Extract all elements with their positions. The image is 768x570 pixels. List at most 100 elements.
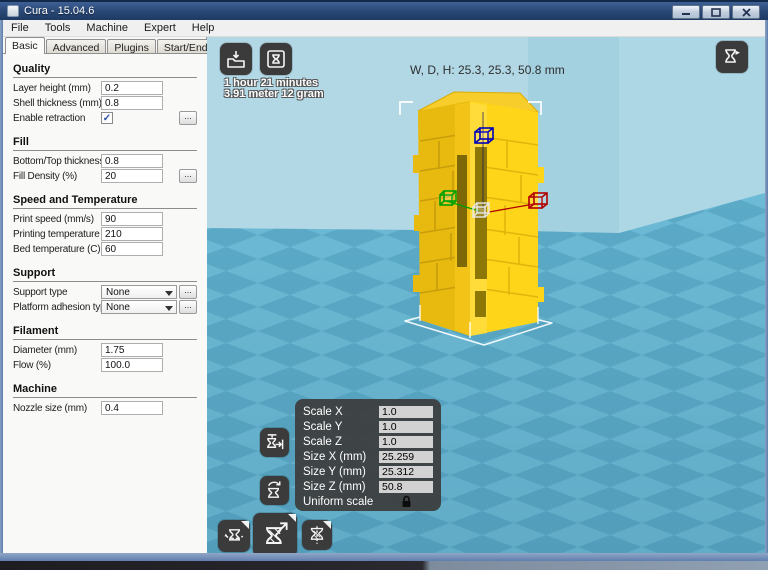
layer-height-input[interactable] xyxy=(101,81,163,95)
load-model-button[interactable] xyxy=(220,43,252,75)
support-settings-button[interactable]: ... xyxy=(179,285,197,299)
bottom-top-thickness-input[interactable] xyxy=(101,154,163,168)
window-border-bottom xyxy=(0,553,768,561)
bed-temperature-input[interactable] xyxy=(101,242,163,256)
scale-handle-y[interactable] xyxy=(439,190,457,206)
platform-adhesion-value: None xyxy=(106,302,130,313)
chevron-down-icon xyxy=(165,291,173,296)
load-model-icon xyxy=(227,51,245,68)
mirror-tool-button[interactable] xyxy=(302,520,332,550)
fill-density-label: Fill Density (%) xyxy=(13,171,78,182)
size-y-label: Size Y (mm) xyxy=(303,465,366,478)
scale-to-max-icon xyxy=(267,434,284,450)
size-z-label: Size Z (mm) xyxy=(303,480,366,493)
section-support: Support xyxy=(13,264,197,282)
section-fill: Fill xyxy=(13,133,197,151)
uniform-scale-lock-toggle[interactable] xyxy=(379,495,433,508)
platform-adhesion-label: Platform adhesion type xyxy=(13,302,111,313)
view-mode-icon xyxy=(725,49,740,63)
maximize-button[interactable] xyxy=(702,5,730,19)
adhesion-settings-button[interactable]: ... xyxy=(179,300,197,314)
model-dimensions-label: W, D, H: 25.3, 25.3, 50.8 mm xyxy=(410,63,565,77)
reset-scale-button[interactable] xyxy=(260,476,289,505)
support-type-select[interactable]: None xyxy=(101,285,177,299)
close-button[interactable] xyxy=(732,5,760,19)
save-toolpath-icon xyxy=(267,50,285,68)
enable-retraction-label: Enable retraction xyxy=(13,113,86,124)
filament-diameter-label: Diameter (mm) xyxy=(13,345,78,356)
menu-tools[interactable]: Tools xyxy=(37,21,79,35)
fill-settings-button[interactable]: ... xyxy=(179,169,197,183)
size-z-input[interactable] xyxy=(379,480,433,493)
cura-window: Cura - 15.04.6 File Tools Machine Expert… xyxy=(0,0,768,570)
lock-icon xyxy=(402,495,410,507)
close-icon xyxy=(741,7,751,17)
mirror-icon xyxy=(310,526,324,544)
fill-density-input[interactable] xyxy=(101,169,163,183)
tab-strip: Basic Advanced Plugins Start/End-GCode xyxy=(3,37,219,66)
filament-flow-label: Flow (%) xyxy=(13,360,51,371)
scene-3d xyxy=(207,37,765,553)
basic-tab-page: Quality Layer height (mm) Shell thicknes… xyxy=(3,53,207,553)
scale-x-input[interactable] xyxy=(379,405,433,418)
window-title: Cura - 15.04.6 xyxy=(24,5,95,17)
print-speed-label: Print speed (mm/s) xyxy=(13,214,94,225)
scale-handle-z[interactable] xyxy=(474,127,494,144)
section-quality: Quality xyxy=(13,60,197,78)
filament-diameter-input[interactable] xyxy=(101,343,163,357)
tab-basic[interactable]: Basic xyxy=(5,37,45,54)
scale-tool-panel: Scale X Scale Y Scale Z Size X (mm) Size… xyxy=(295,399,441,511)
reset-scale-icon xyxy=(268,481,281,498)
platform-adhesion-select[interactable]: None xyxy=(101,300,177,314)
shell-thickness-label: Shell thickness (mm) xyxy=(13,98,102,109)
print-material: 3.91 meter 12 gram xyxy=(224,88,324,100)
support-type-label: Support type xyxy=(13,287,68,298)
size-y-input[interactable] xyxy=(379,465,433,478)
nozzle-size-input[interactable] xyxy=(101,401,163,415)
desktop-background xyxy=(0,561,768,570)
filament-flow-input[interactable] xyxy=(101,358,163,372)
printing-temperature-input[interactable] xyxy=(101,227,163,241)
minimize-button[interactable] xyxy=(672,5,700,19)
scale-tool-button[interactable] xyxy=(253,513,297,553)
scale-y-label: Scale Y xyxy=(303,420,343,433)
scale-handle-center[interactable] xyxy=(472,202,490,218)
enable-retraction-checkbox[interactable]: ✓ xyxy=(101,112,113,124)
titlebar[interactable]: Cura - 15.04.6 xyxy=(0,0,768,20)
scale-x-label: Scale X xyxy=(303,405,343,418)
rotate-icon xyxy=(223,528,243,541)
scale-z-input[interactable] xyxy=(379,435,433,448)
nozzle-size-label: Nozzle size (mm) xyxy=(13,403,88,414)
save-toolpath-button[interactable] xyxy=(260,43,292,75)
size-x-input[interactable] xyxy=(379,450,433,463)
window-slot-lower xyxy=(475,291,486,317)
print-estimate: 1 hour 21 minutes 3.91 meter 12 gram xyxy=(224,78,324,100)
scale-y-input[interactable] xyxy=(379,420,433,433)
window-slot-left xyxy=(457,155,467,267)
support-type-value: None xyxy=(106,287,130,298)
scale-z-label: Scale Z xyxy=(303,435,342,448)
print-speed-input[interactable] xyxy=(101,212,163,226)
menu-help[interactable]: Help xyxy=(184,21,223,35)
retraction-settings-button[interactable]: ... xyxy=(179,111,197,125)
view-mode-button[interactable] xyxy=(716,41,748,73)
tab-plugins[interactable]: Plugins xyxy=(107,39,156,54)
app-icon xyxy=(7,5,19,17)
menu-machine[interactable]: Machine xyxy=(78,21,136,35)
section-speed-temperature: Speed and Temperature xyxy=(13,191,197,209)
bed-temperature-label: Bed temperature (C) xyxy=(13,244,101,255)
scale-to-max-button[interactable] xyxy=(260,428,289,457)
menubar: File Tools Machine Expert Help xyxy=(3,20,765,37)
chevron-down-icon xyxy=(165,306,173,311)
uniform-scale-label: Uniform scale xyxy=(303,495,374,508)
section-filament: Filament xyxy=(13,322,197,340)
scale-icon xyxy=(266,522,288,544)
menu-expert[interactable]: Expert xyxy=(136,21,184,35)
rotate-tool-button[interactable] xyxy=(218,520,250,552)
viewport-3d[interactable]: 1 hour 21 minutes 3.91 meter 12 gram W, … xyxy=(207,37,765,553)
section-machine: Machine xyxy=(13,380,197,398)
menu-file[interactable]: File xyxy=(3,21,37,35)
shell-thickness-input[interactable] xyxy=(101,96,163,110)
scale-handle-x[interactable] xyxy=(528,192,548,209)
tab-advanced[interactable]: Advanced xyxy=(45,39,107,54)
